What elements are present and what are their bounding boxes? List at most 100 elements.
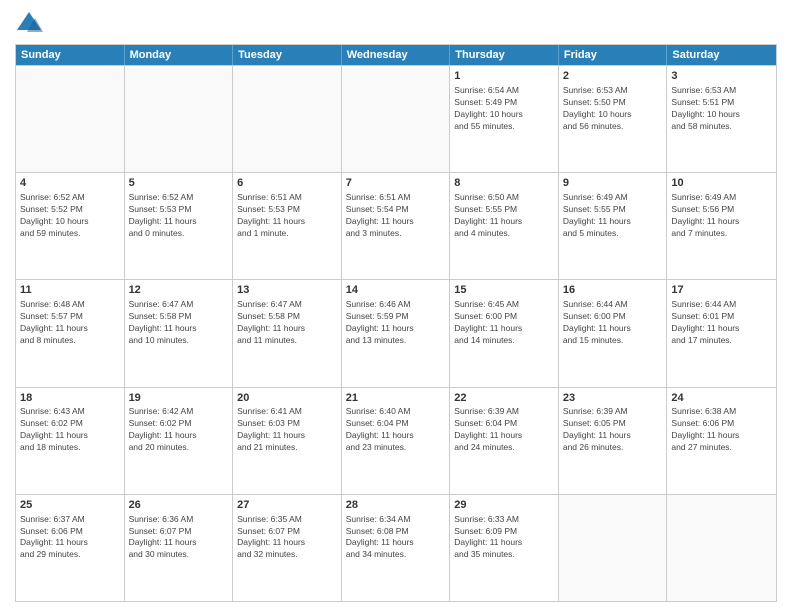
calendar-cell: 9Sunrise: 6:49 AM Sunset: 5:55 PM Daylig…: [559, 173, 668, 279]
day-number: 16: [563, 283, 663, 298]
day-info: Sunrise: 6:40 AM Sunset: 6:04 PM Dayligh…: [346, 406, 446, 454]
day-number: 18: [20, 391, 120, 406]
day-number: 9: [563, 176, 663, 191]
calendar-row: 4Sunrise: 6:52 AM Sunset: 5:52 PM Daylig…: [16, 172, 776, 279]
day-info: Sunrise: 6:44 AM Sunset: 6:01 PM Dayligh…: [671, 299, 772, 347]
logo: [15, 10, 45, 38]
day-info: Sunrise: 6:51 AM Sunset: 5:54 PM Dayligh…: [346, 192, 446, 240]
calendar-cell: 16Sunrise: 6:44 AM Sunset: 6:00 PM Dayli…: [559, 280, 668, 386]
day-number: 6: [237, 176, 337, 191]
day-number: 13: [237, 283, 337, 298]
calendar-cell: 14Sunrise: 6:46 AM Sunset: 5:59 PM Dayli…: [342, 280, 451, 386]
day-info: Sunrise: 6:39 AM Sunset: 6:05 PM Dayligh…: [563, 406, 663, 454]
day-info: Sunrise: 6:45 AM Sunset: 6:00 PM Dayligh…: [454, 299, 554, 347]
calendar-cell: 2Sunrise: 6:53 AM Sunset: 5:50 PM Daylig…: [559, 66, 668, 172]
calendar-header-cell: Saturday: [667, 45, 776, 65]
calendar-cell: 24Sunrise: 6:38 AM Sunset: 6:06 PM Dayli…: [667, 388, 776, 494]
calendar-cell: 4Sunrise: 6:52 AM Sunset: 5:52 PM Daylig…: [16, 173, 125, 279]
day-info: Sunrise: 6:52 AM Sunset: 5:53 PM Dayligh…: [129, 192, 229, 240]
day-number: 7: [346, 176, 446, 191]
calendar-cell: 22Sunrise: 6:39 AM Sunset: 6:04 PM Dayli…: [450, 388, 559, 494]
calendar-header-cell: Friday: [559, 45, 668, 65]
calendar-cell: 1Sunrise: 6:54 AM Sunset: 5:49 PM Daylig…: [450, 66, 559, 172]
calendar-cell: 28Sunrise: 6:34 AM Sunset: 6:08 PM Dayli…: [342, 495, 451, 601]
day-info: Sunrise: 6:37 AM Sunset: 6:06 PM Dayligh…: [20, 514, 120, 562]
calendar-cell: [233, 66, 342, 172]
page: SundayMondayTuesdayWednesdayThursdayFrid…: [0, 0, 792, 612]
calendar-header-cell: Wednesday: [342, 45, 451, 65]
day-number: 21: [346, 391, 446, 406]
day-number: 25: [20, 498, 120, 513]
calendar-cell: 19Sunrise: 6:42 AM Sunset: 6:02 PM Dayli…: [125, 388, 234, 494]
calendar-cell: 3Sunrise: 6:53 AM Sunset: 5:51 PM Daylig…: [667, 66, 776, 172]
calendar-body: 1Sunrise: 6:54 AM Sunset: 5:49 PM Daylig…: [16, 65, 776, 601]
day-info: Sunrise: 6:51 AM Sunset: 5:53 PM Dayligh…: [237, 192, 337, 240]
day-number: 27: [237, 498, 337, 513]
day-info: Sunrise: 6:35 AM Sunset: 6:07 PM Dayligh…: [237, 514, 337, 562]
calendar-header: SundayMondayTuesdayWednesdayThursdayFrid…: [16, 45, 776, 65]
day-number: 3: [671, 69, 772, 84]
day-number: 24: [671, 391, 772, 406]
calendar-cell: [125, 66, 234, 172]
calendar-cell: 25Sunrise: 6:37 AM Sunset: 6:06 PM Dayli…: [16, 495, 125, 601]
day-number: 28: [346, 498, 446, 513]
day-number: 17: [671, 283, 772, 298]
day-number: 10: [671, 176, 772, 191]
calendar-header-cell: Tuesday: [233, 45, 342, 65]
calendar-header-cell: Sunday: [16, 45, 125, 65]
day-info: Sunrise: 6:34 AM Sunset: 6:08 PM Dayligh…: [346, 514, 446, 562]
day-info: Sunrise: 6:36 AM Sunset: 6:07 PM Dayligh…: [129, 514, 229, 562]
day-number: 20: [237, 391, 337, 406]
calendar-row: 25Sunrise: 6:37 AM Sunset: 6:06 PM Dayli…: [16, 494, 776, 601]
logo-icon: [15, 10, 43, 38]
calendar-cell: 8Sunrise: 6:50 AM Sunset: 5:55 PM Daylig…: [450, 173, 559, 279]
day-info: Sunrise: 6:49 AM Sunset: 5:56 PM Dayligh…: [671, 192, 772, 240]
day-number: 5: [129, 176, 229, 191]
day-info: Sunrise: 6:42 AM Sunset: 6:02 PM Dayligh…: [129, 406, 229, 454]
calendar-cell: 13Sunrise: 6:47 AM Sunset: 5:58 PM Dayli…: [233, 280, 342, 386]
day-info: Sunrise: 6:49 AM Sunset: 5:55 PM Dayligh…: [563, 192, 663, 240]
calendar: SundayMondayTuesdayWednesdayThursdayFrid…: [15, 44, 777, 602]
day-info: Sunrise: 6:52 AM Sunset: 5:52 PM Dayligh…: [20, 192, 120, 240]
day-info: Sunrise: 6:41 AM Sunset: 6:03 PM Dayligh…: [237, 406, 337, 454]
calendar-cell: 11Sunrise: 6:48 AM Sunset: 5:57 PM Dayli…: [16, 280, 125, 386]
day-number: 2: [563, 69, 663, 84]
day-number: 12: [129, 283, 229, 298]
calendar-cell: 27Sunrise: 6:35 AM Sunset: 6:07 PM Dayli…: [233, 495, 342, 601]
calendar-cell: 26Sunrise: 6:36 AM Sunset: 6:07 PM Dayli…: [125, 495, 234, 601]
day-number: 4: [20, 176, 120, 191]
calendar-cell: [559, 495, 668, 601]
day-info: Sunrise: 6:44 AM Sunset: 6:00 PM Dayligh…: [563, 299, 663, 347]
calendar-cell: 21Sunrise: 6:40 AM Sunset: 6:04 PM Dayli…: [342, 388, 451, 494]
calendar-cell: 10Sunrise: 6:49 AM Sunset: 5:56 PM Dayli…: [667, 173, 776, 279]
calendar-cell: 18Sunrise: 6:43 AM Sunset: 6:02 PM Dayli…: [16, 388, 125, 494]
day-info: Sunrise: 6:47 AM Sunset: 5:58 PM Dayligh…: [237, 299, 337, 347]
day-number: 29: [454, 498, 554, 513]
day-info: Sunrise: 6:53 AM Sunset: 5:50 PM Dayligh…: [563, 85, 663, 133]
header: [15, 10, 777, 38]
day-info: Sunrise: 6:53 AM Sunset: 5:51 PM Dayligh…: [671, 85, 772, 133]
day-number: 15: [454, 283, 554, 298]
calendar-cell: [667, 495, 776, 601]
calendar-row: 11Sunrise: 6:48 AM Sunset: 5:57 PM Dayli…: [16, 279, 776, 386]
day-number: 26: [129, 498, 229, 513]
calendar-row: 18Sunrise: 6:43 AM Sunset: 6:02 PM Dayli…: [16, 387, 776, 494]
calendar-cell: [342, 66, 451, 172]
calendar-row: 1Sunrise: 6:54 AM Sunset: 5:49 PM Daylig…: [16, 65, 776, 172]
day-number: 19: [129, 391, 229, 406]
day-number: 11: [20, 283, 120, 298]
day-info: Sunrise: 6:33 AM Sunset: 6:09 PM Dayligh…: [454, 514, 554, 562]
calendar-cell: [16, 66, 125, 172]
day-info: Sunrise: 6:48 AM Sunset: 5:57 PM Dayligh…: [20, 299, 120, 347]
calendar-header-cell: Monday: [125, 45, 234, 65]
calendar-cell: 12Sunrise: 6:47 AM Sunset: 5:58 PM Dayli…: [125, 280, 234, 386]
calendar-cell: 20Sunrise: 6:41 AM Sunset: 6:03 PM Dayli…: [233, 388, 342, 494]
day-info: Sunrise: 6:46 AM Sunset: 5:59 PM Dayligh…: [346, 299, 446, 347]
day-number: 14: [346, 283, 446, 298]
calendar-cell: 7Sunrise: 6:51 AM Sunset: 5:54 PM Daylig…: [342, 173, 451, 279]
day-info: Sunrise: 6:54 AM Sunset: 5:49 PM Dayligh…: [454, 85, 554, 133]
calendar-cell: 6Sunrise: 6:51 AM Sunset: 5:53 PM Daylig…: [233, 173, 342, 279]
day-info: Sunrise: 6:47 AM Sunset: 5:58 PM Dayligh…: [129, 299, 229, 347]
day-number: 8: [454, 176, 554, 191]
day-number: 1: [454, 69, 554, 84]
